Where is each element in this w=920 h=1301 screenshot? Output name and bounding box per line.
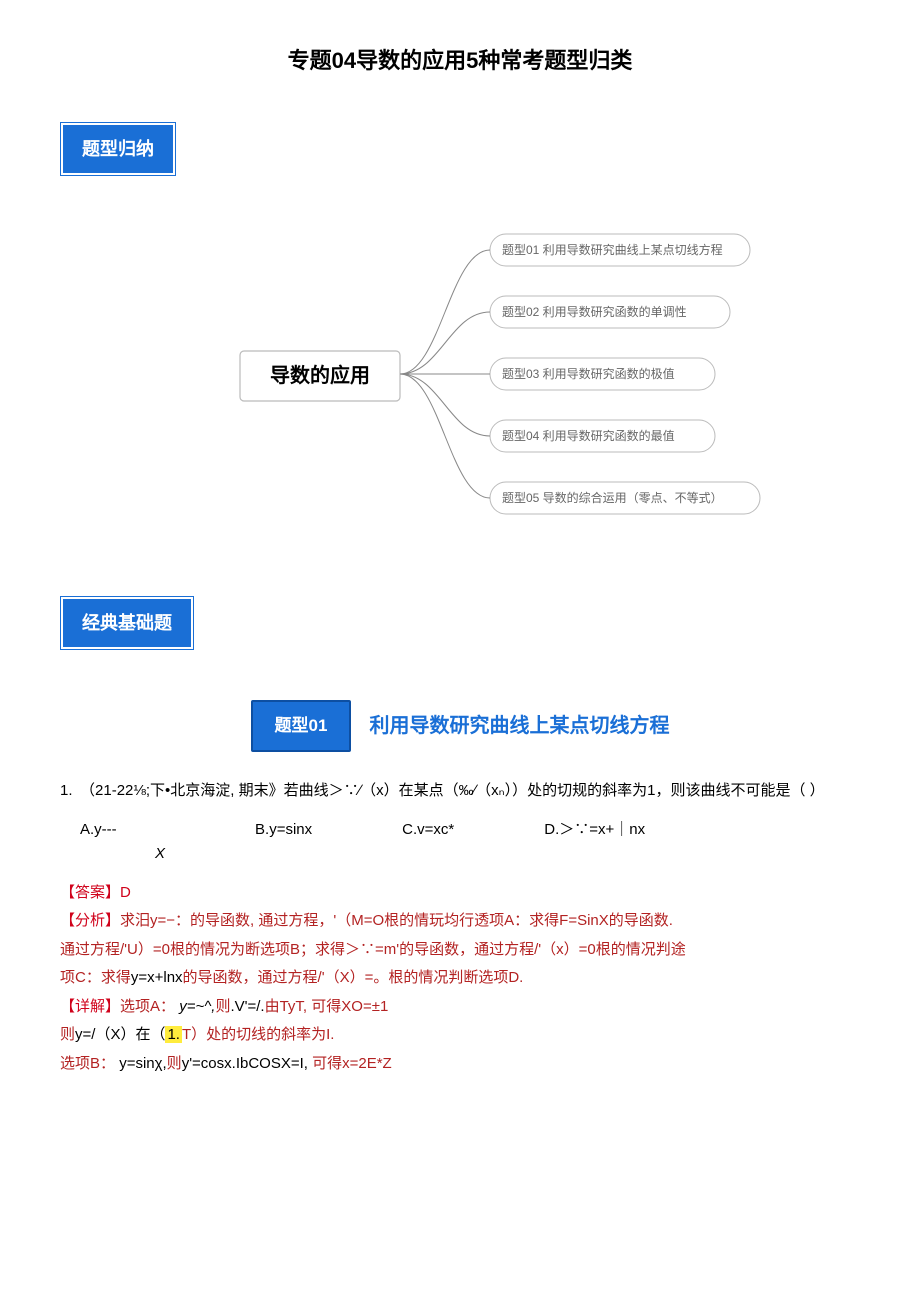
svg-text:题型04 利用导数研究函数的最值: 题型04 利用导数研究函数的最值 xyxy=(502,428,675,443)
section-tag-1-label: 题型归纳 xyxy=(63,125,173,173)
mindmap-node-1: 题型01 利用导数研究曲线上某点切线方程 xyxy=(490,234,750,266)
mindmap-center-text: 导数的应用 xyxy=(270,363,370,387)
problem-stem: 1. （21-22⅛;下•北京海淀, 期末》若曲线＞∵∕（x）在某点（‰∕（xₙ… xyxy=(60,777,860,806)
answer-line: 【答案】D xyxy=(60,879,860,908)
option-a: A.y--- X xyxy=(80,816,165,869)
mindmap-node-3: 题型03 利用导数研究函数的极值 xyxy=(490,358,715,390)
detail-line-2: 则y=/（X）在（1.T）处的切线的斜率为I. xyxy=(60,1021,860,1050)
topic-header: 题型01 利用导数研究曲线上某点切线方程 xyxy=(60,700,860,752)
section-tag-1: 题型归纳 xyxy=(60,122,176,176)
svg-text:题型01 利用导数研究曲线上某点切线方程: 题型01 利用导数研究曲线上某点切线方程 xyxy=(502,242,723,257)
option-c: C.v=xc* xyxy=(402,816,454,869)
analysis-line-2: 通过方程/'U）=0根的情况为断选项B；求得＞∵=m'的导函数，通过方程/'（x… xyxy=(60,936,860,965)
mindmap-node-2: 题型02 利用导数研究函数的单调性 xyxy=(490,296,730,328)
detail-line-b: 选项B： y=sinχ,则y'=cosx.IbCOSX=I, 可得x=2E*Z xyxy=(60,1050,860,1079)
mindmap-diagram: 导数的应用 题型01 利用导数研究曲线上某点切线方程 题型02 利用导数研究函数… xyxy=(60,216,860,546)
svg-text:题型05 导数的综合运用（零点、不等式）: 题型05 导数的综合运用（零点、不等式） xyxy=(502,490,723,505)
option-b: B.y=sinx xyxy=(255,816,312,869)
option-d: D.＞∵=x+｜nx xyxy=(544,816,645,869)
svg-text:题型02 利用导数研究函数的单调性: 题型02 利用导数研究函数的单调性 xyxy=(502,304,687,319)
detail-line-a: 【详解】选项A： y=~^,则.V'=/.由TyT, 可得XO=±1 xyxy=(60,993,860,1022)
section-tag-2: 经典基础题 xyxy=(60,596,194,650)
mindmap-node-5: 题型05 导数的综合运用（零点、不等式） xyxy=(490,482,760,514)
analysis-line-3: 项C：求得y=x+lnx的导函数，通过方程/'（X）=。根的情况判断选项D. xyxy=(60,964,860,993)
problem-block: 1. （21-22⅛;下•北京海淀, 期末》若曲线＞∵∕（x）在某点（‰∕（xₙ… xyxy=(60,777,860,1078)
page-title: 专题04导数的应用5种常考题型归类 xyxy=(60,40,860,82)
problem-options: A.y--- X B.y=sinx C.v=xc* D.＞∵=x+｜nx xyxy=(80,816,840,869)
section-tag-2-label: 经典基础题 xyxy=(63,599,191,647)
mindmap-node-4: 题型04 利用导数研究函数的最值 xyxy=(490,420,715,452)
topic-badge: 题型01 xyxy=(251,700,352,752)
analysis-line-1: 【分析】求汨y=−：的导函数, 通过方程，'（M=O根的情玩均行透项A：求得F=… xyxy=(60,907,860,936)
svg-text:题型03 利用导数研究函数的极值: 题型03 利用导数研究函数的极值 xyxy=(502,366,675,381)
topic-title: 利用导数研究曲线上某点切线方程 xyxy=(369,707,669,745)
